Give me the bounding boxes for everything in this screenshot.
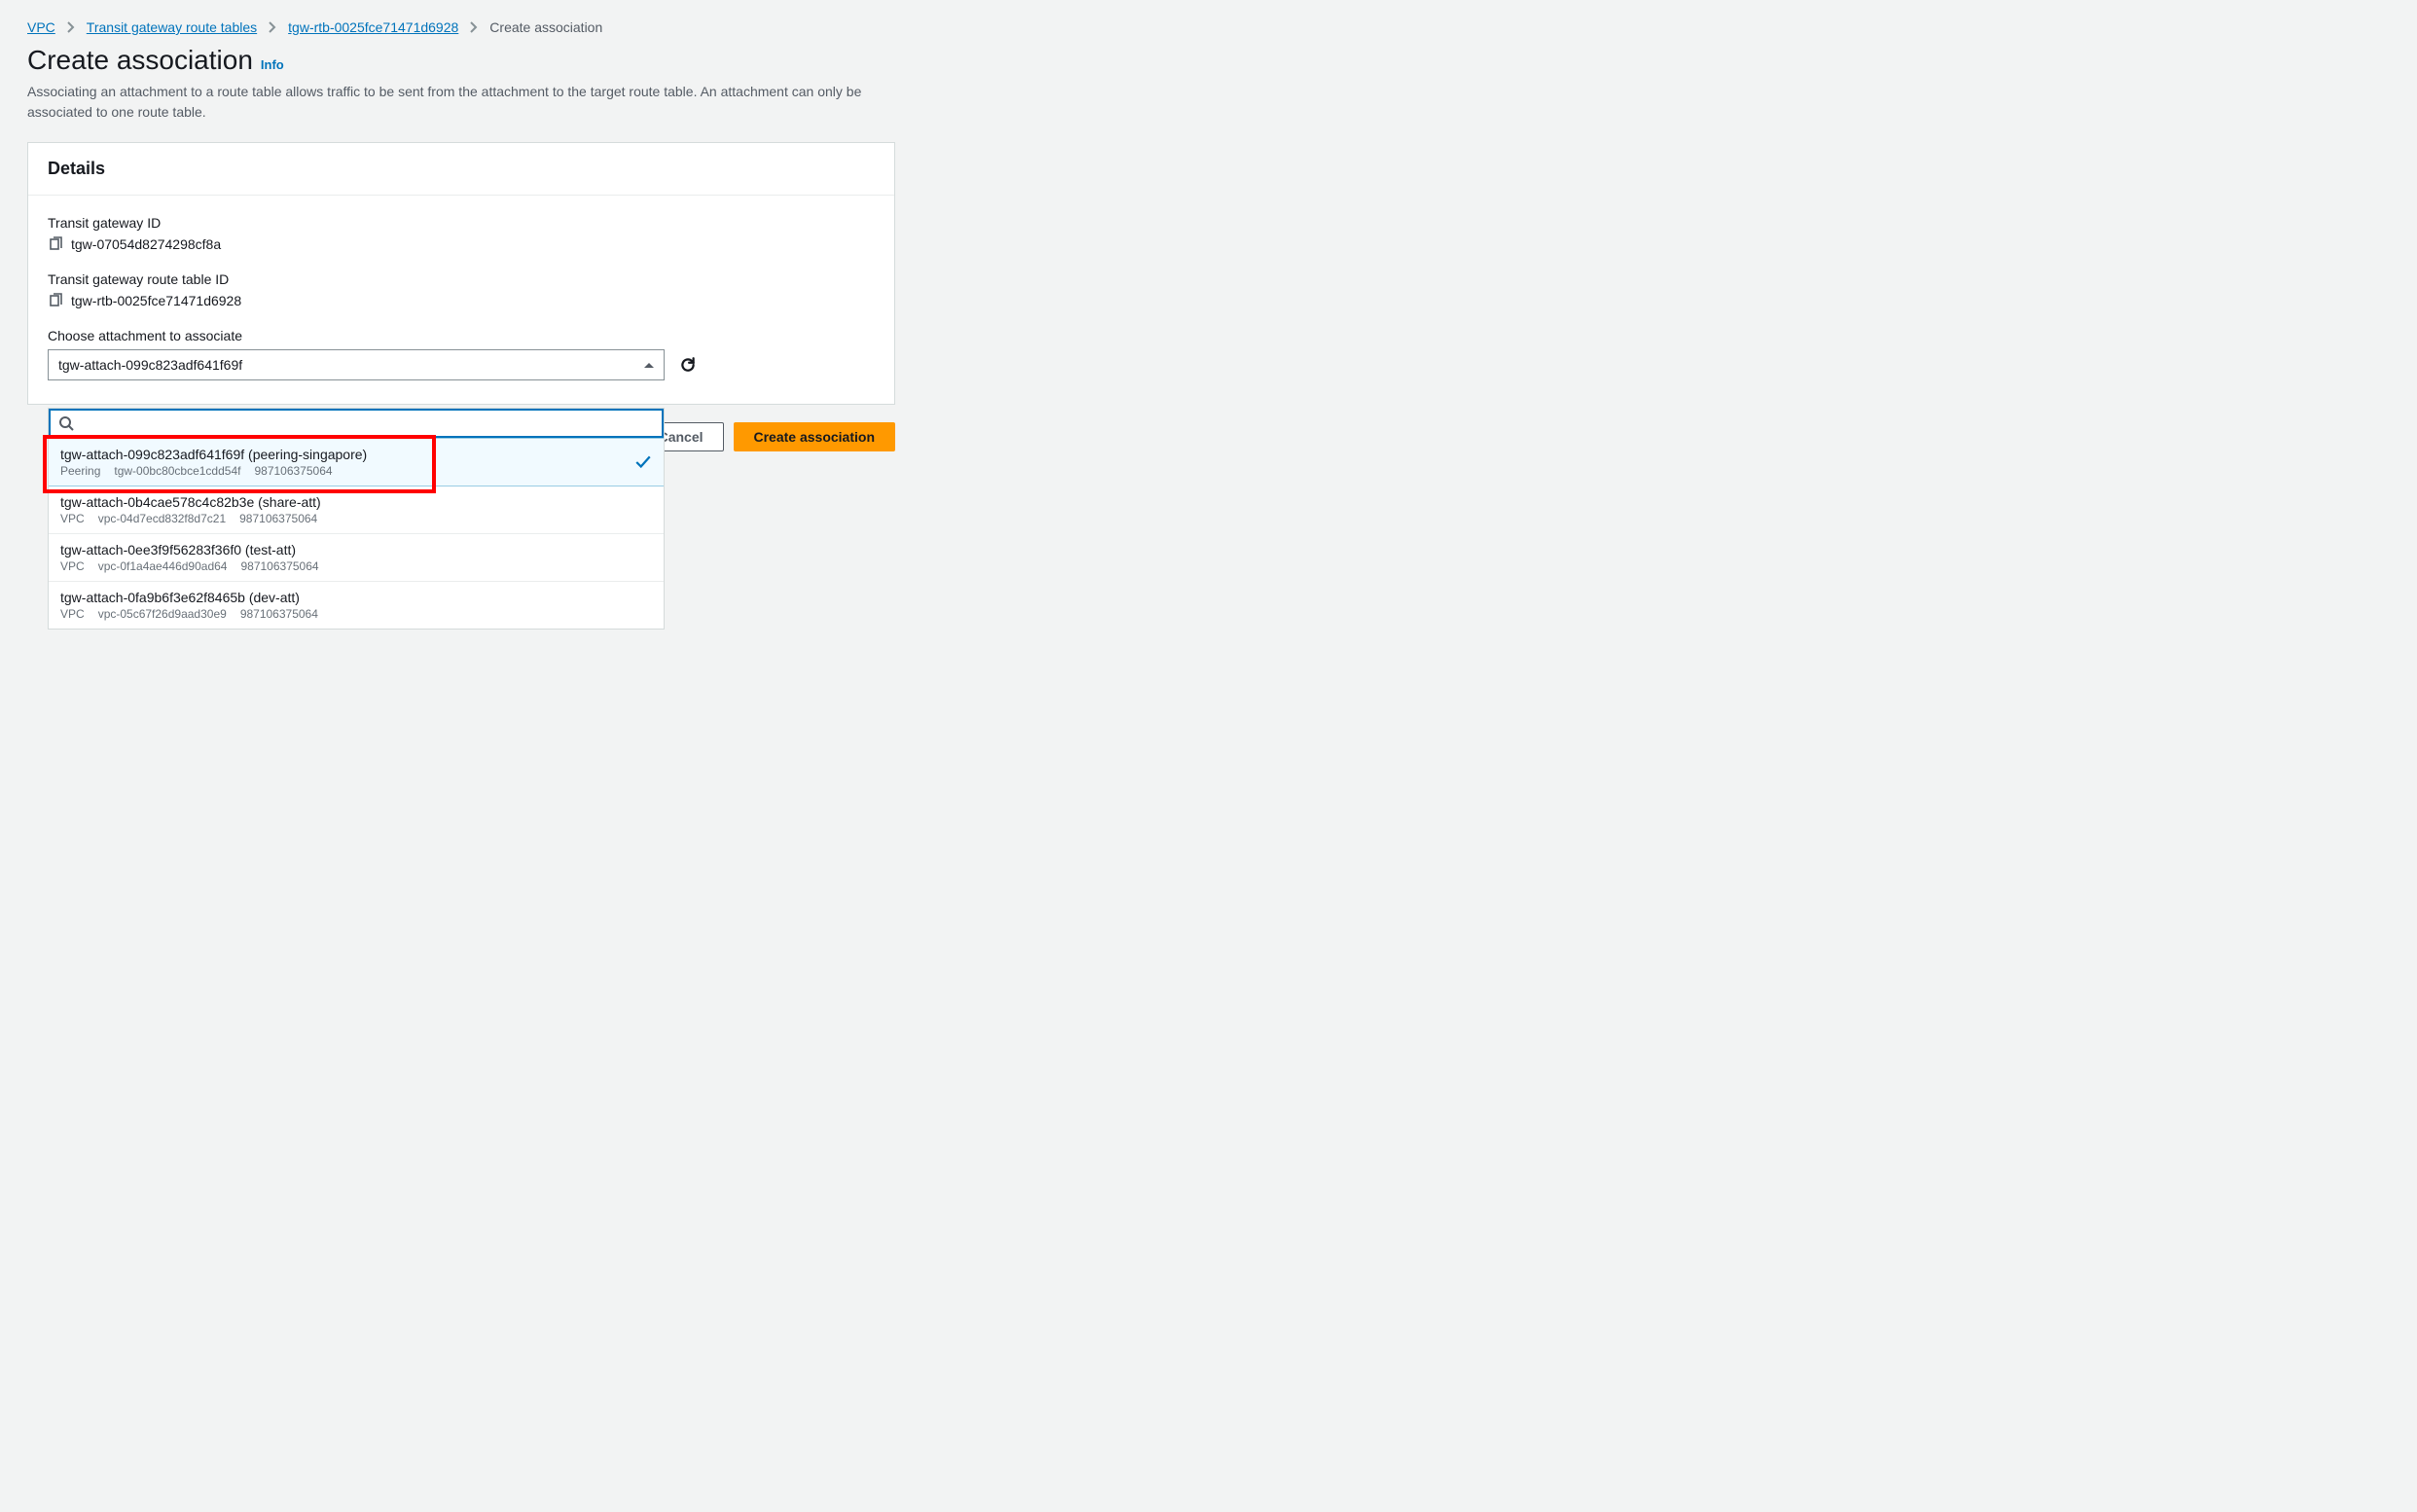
caret-up-icon [644, 363, 654, 368]
dropdown-item-sub: VPC vpc-0f1a4ae446d90ad64 987106375064 [60, 559, 652, 573]
rtb-id-label: Transit gateway route table ID [48, 271, 875, 287]
dropdown-item-sub: VPC vpc-04d7ecd832f8d7c21 987106375064 [60, 512, 652, 525]
chevron-right-icon [470, 21, 478, 33]
field-rtb-id: Transit gateway route table ID tgw-rtb-0… [48, 271, 875, 308]
info-link[interactable]: Info [261, 57, 284, 72]
chevron-right-icon [67, 21, 75, 33]
page-title: Create association [27, 45, 253, 76]
dropdown-search-input[interactable] [80, 415, 654, 431]
dropdown-item-dev-att[interactable]: tgw-attach-0fa9b6f3e62f8465b (dev-att) V… [49, 582, 664, 629]
dropdown-item-title: tgw-attach-0ee3f9f56283f36f0 (test-att) [60, 542, 652, 558]
rtb-id-value: tgw-rtb-0025fce71471d6928 [71, 293, 241, 308]
dropdown-item-title: tgw-attach-0fa9b6f3e62f8465b (dev-att) [60, 590, 652, 605]
breadcrumb-tgw-rtb-id[interactable]: tgw-rtb-0025fce71471d6928 [288, 19, 458, 35]
copy-icon[interactable] [48, 236, 63, 252]
attach-label: Choose attachment to associate [48, 328, 875, 343]
dropdown-item-title: tgw-attach-0b4cae578c4c82b3e (share-att) [60, 494, 652, 510]
details-panel: Details Transit gateway ID tgw-07054d827… [27, 142, 895, 405]
breadcrumb-tgw-rtb-list[interactable]: Transit gateway route tables [87, 19, 257, 35]
dropdown-item-share-att[interactable]: tgw-attach-0b4cae578c4c82b3e (share-att)… [49, 486, 664, 534]
dropdown-item-sub: VPC vpc-05c67f26d9aad30e9 987106375064 [60, 607, 652, 621]
attachment-selected-value: tgw-attach-099c823adf641f69f [58, 357, 242, 373]
dropdown-item-title: tgw-attach-099c823adf641f69f (peering-si… [60, 447, 652, 462]
tgw-id-value: tgw-07054d8274298cf8a [71, 236, 221, 252]
page-title-row: Create association Info [27, 45, 1335, 76]
panel-header: Details [28, 143, 894, 196]
breadcrumb: VPC Transit gateway route tables tgw-rtb… [27, 19, 1335, 35]
panel-title: Details [48, 159, 875, 179]
dropdown-item-peering-singapore[interactable]: tgw-attach-099c823adf641f69f (peering-si… [49, 438, 664, 486]
tgw-id-label: Transit gateway ID [48, 215, 875, 231]
chevron-right-icon [269, 21, 276, 33]
dropdown-item-test-att[interactable]: tgw-attach-0ee3f9f56283f36f0 (test-att) … [49, 534, 664, 582]
breadcrumb-vpc[interactable]: VPC [27, 19, 55, 35]
refresh-button[interactable] [678, 355, 698, 375]
breadcrumb-current: Create association [489, 19, 602, 35]
dropdown-item-sub: Peering tgw-00bc80cbce1cdd54f 9871063750… [60, 464, 652, 478]
attachment-dropdown: tgw-attach-099c823adf641f69f (peering-si… [48, 408, 665, 630]
check-icon [634, 453, 652, 471]
search-icon [58, 415, 74, 431]
dropdown-search[interactable] [49, 409, 664, 438]
field-attachment: Choose attachment to associate tgw-attac… [48, 328, 875, 380]
field-tgw-id: Transit gateway ID tgw-07054d8274298cf8a [48, 215, 875, 252]
attachment-select[interactable]: tgw-attach-099c823adf641f69f [48, 349, 665, 380]
page-description: Associating an attachment to a route tab… [27, 82, 864, 123]
create-association-button[interactable]: Create association [734, 422, 896, 451]
copy-icon[interactable] [48, 293, 63, 308]
